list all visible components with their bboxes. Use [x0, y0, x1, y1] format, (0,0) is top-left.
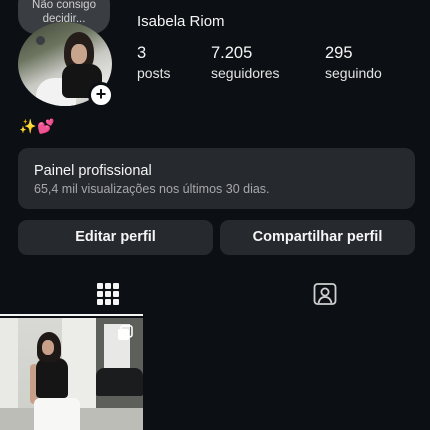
- dashboard-subtitle: 65,4 mil visualizações nos últimos 30 di…: [34, 182, 270, 196]
- stat-following[interactable]: 295 seguindo: [325, 43, 382, 83]
- post-photo-pants: [34, 398, 80, 430]
- post-photo-car: [96, 368, 143, 396]
- stat-followers-label: seguidores: [211, 65, 280, 81]
- grid-icon: [97, 283, 119, 305]
- stat-posts-value: 3: [137, 44, 147, 62]
- carousel-icon: [118, 325, 133, 340]
- bio-emojis: ✨💕: [19, 118, 56, 134]
- stat-following-label: seguindo: [325, 65, 382, 81]
- share-profile-button[interactable]: Compartilhar perfil: [220, 220, 415, 255]
- post-photo-face: [42, 340, 54, 355]
- add-story-button[interactable]: +: [88, 82, 114, 108]
- post-photo-top: [36, 358, 68, 398]
- avatar-photo-face: [71, 44, 87, 64]
- stat-followers[interactable]: 7.205 seguidores: [211, 43, 280, 83]
- stat-following-value: 295: [325, 44, 353, 62]
- stat-followers-value: 7.205: [211, 44, 253, 62]
- tagged-icon: [313, 283, 337, 305]
- tab-selected-indicator: [0, 314, 143, 316]
- stat-posts-label: posts: [137, 65, 171, 81]
- edit-profile-button[interactable]: Editar perfil: [18, 220, 213, 255]
- profile-name: Isabela Riom: [137, 13, 225, 30]
- professional-dashboard[interactable]: Painel profissional 65,4 mil visualizaçõ…: [18, 148, 415, 209]
- dashboard-title: Painel profissional: [34, 163, 152, 179]
- stat-posts[interactable]: 3 posts: [137, 43, 170, 83]
- plus-icon: +: [95, 84, 107, 104]
- note-pointer: [36, 36, 45, 45]
